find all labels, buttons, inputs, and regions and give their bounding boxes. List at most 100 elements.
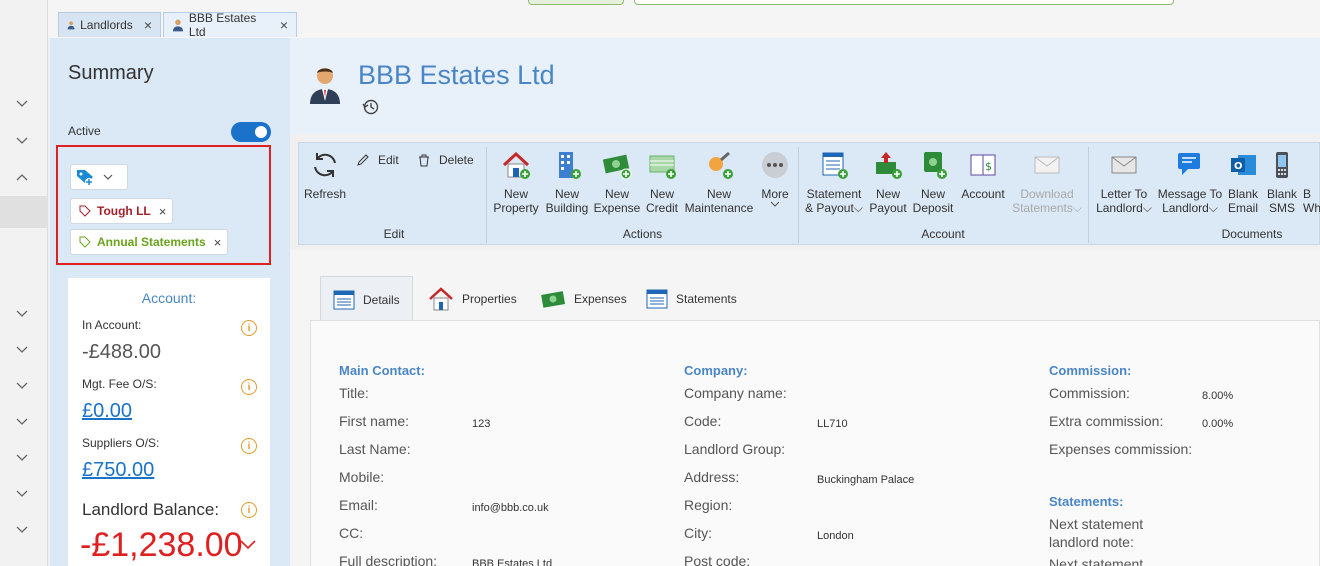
account-card: Account: In Account: i -£488.00 Mgt. Fee… <box>68 278 270 566</box>
record-header: BBB Estates Ltd <box>290 38 1320 134</box>
phone-icon <box>1266 149 1298 181</box>
new-credit-button[interactable]: New Credit <box>642 149 682 215</box>
info-icon[interactable]: i <box>241 438 257 454</box>
btn-label-line: B <box>1303 187 1312 201</box>
tag-chip[interactable]: Annual Statements × <box>70 229 229 255</box>
tag-dropdown[interactable] <box>70 164 128 190</box>
rail-selected-row[interactable] <box>0 196 48 228</box>
remove-tag-icon[interactable]: × <box>159 204 167 219</box>
btn-label-line: Blank <box>1227 187 1259 201</box>
chevron-down-icon[interactable] <box>14 450 30 466</box>
field-label: City: <box>684 525 712 541</box>
outlook-icon: O <box>1227 149 1259 181</box>
close-icon[interactable]: × <box>144 17 152 33</box>
group-label-documents: Documents <box>1221 227 1283 241</box>
account-button[interactable]: $ Account <box>959 149 1007 201</box>
new-building-button[interactable]: New Building <box>544 149 590 215</box>
tab-details[interactable]: Details <box>320 276 413 322</box>
chevron-down-icon[interactable] <box>14 486 30 502</box>
tab-expenses[interactable]: Expenses <box>528 276 639 322</box>
more-button[interactable]: More <box>758 149 792 208</box>
message-to-landlord-button[interactable]: Message To Landlord⌵ <box>1157 149 1223 215</box>
statement-payout-button[interactable]: Statement & Payout⌵ <box>803 149 865 215</box>
pencil-icon <box>357 154 369 166</box>
in-account-value: -£488.00 <box>82 341 161 363</box>
new-payout-button[interactable]: New Payout <box>869 149 907 215</box>
field-label: Title: <box>339 385 369 401</box>
field-label: Company name: <box>684 385 787 401</box>
chevron-down-icon[interactable] <box>14 96 30 112</box>
chevron-down-icon[interactable] <box>14 522 30 538</box>
info-icon[interactable]: i <box>241 379 257 395</box>
download-statements-button[interactable]: Download Statements⌵ <box>1011 149 1083 215</box>
btn-label-line: SMS <box>1268 201 1295 215</box>
suppliers-link[interactable]: £750.00 <box>82 459 154 482</box>
chevron-down-icon[interactable] <box>14 342 30 358</box>
btn-label-line: Property <box>493 201 539 215</box>
delete-button[interactable]: Delete <box>417 153 474 167</box>
blank-email-button[interactable]: O Blank Email <box>1226 149 1260 215</box>
field-label: Region: <box>684 497 733 513</box>
field-label: Next statement <box>1049 516 1144 532</box>
top-search-field[interactable] <box>634 0 1174 5</box>
refresh-label: Refresh <box>303 187 347 201</box>
btn-label-text: Landlord <box>1096 201 1143 215</box>
chevron-down-icon[interactable] <box>14 133 30 149</box>
content-area: Details Properties Expenses Statements M… <box>290 250 1320 566</box>
field-label: Address: <box>684 469 740 485</box>
btn-label-line: Blank <box>1266 187 1298 201</box>
edit-button[interactable]: Edit <box>356 153 399 167</box>
chevron-up-icon[interactable] <box>14 169 30 185</box>
tab-bbb-estates[interactable]: BBB Estates Ltd × <box>163 11 297 39</box>
chevron-down-icon[interactable] <box>14 378 30 394</box>
active-toggle[interactable] <box>231 122 271 142</box>
field-value: BBB Estates Ltd <box>472 558 553 566</box>
field-value: 123 <box>472 418 491 430</box>
new-maintenance-button[interactable]: New Maintenance <box>684 149 754 215</box>
chevron-down-icon[interactable] <box>14 306 30 322</box>
account-title: Account: <box>141 290 197 306</box>
btn-label-line: New <box>503 187 528 201</box>
chevron-down-icon[interactable] <box>240 540 256 550</box>
blank-sms-button[interactable]: Blank SMS <box>1265 149 1299 215</box>
new-expense-button[interactable]: New Expense <box>594 149 640 215</box>
refresh-icon <box>309 149 341 181</box>
info-icon[interactable]: i <box>241 320 257 336</box>
tab-properties[interactable]: Properties <box>416 276 529 322</box>
tab-landlords[interactable]: Landlords × <box>58 12 161 37</box>
btn-label-line: Email <box>1227 201 1258 215</box>
chevron-down-icon <box>770 201 780 207</box>
history-icon[interactable] <box>362 98 380 116</box>
btn-label-line: New <box>554 187 579 201</box>
mgt-fee-link[interactable]: £0.00 <box>82 400 132 423</box>
new-property-button[interactable]: New Property <box>492 149 540 215</box>
tab-label: BBB Estates Ltd <box>188 11 257 39</box>
btn-label-line: New <box>875 187 900 201</box>
house-icon <box>429 287 453 311</box>
person-icon <box>172 19 183 32</box>
tab-statements[interactable]: Statements <box>634 276 749 322</box>
in-account-label: In Account: <box>82 318 142 332</box>
commission-heading: Commission: <box>1049 363 1132 378</box>
list-icon <box>646 289 668 309</box>
field-label: First name: <box>339 413 410 429</box>
refresh-button[interactable]: Refresh <box>303 149 347 201</box>
blank-whatsapp-button[interactable]: B Wh <box>1303 149 1320 215</box>
tag-chip[interactable]: Tough LL × <box>70 198 174 224</box>
letter-to-landlord-button[interactable]: Letter To Landlord⌵ <box>1094 149 1154 215</box>
new-deposit-button[interactable]: New Deposit <box>911 149 955 215</box>
close-icon[interactable]: × <box>280 17 288 33</box>
btn-label-line: More <box>761 187 789 201</box>
btn-label-line: Deposit <box>912 201 954 215</box>
btn-label-line: Building <box>545 201 589 215</box>
payout-icon <box>872 149 904 181</box>
chevron-down-icon[interactable] <box>14 414 30 430</box>
info-icon[interactable]: i <box>241 502 257 518</box>
top-control[interactable] <box>528 0 624 5</box>
field-label: Next statement <box>1049 556 1144 566</box>
svg-text:O: O <box>1234 161 1243 172</box>
field-value: London <box>817 530 854 542</box>
wrench-plus-icon <box>703 149 735 181</box>
remove-tag-icon[interactable]: × <box>214 235 222 250</box>
field-label: Code: <box>684 413 722 429</box>
